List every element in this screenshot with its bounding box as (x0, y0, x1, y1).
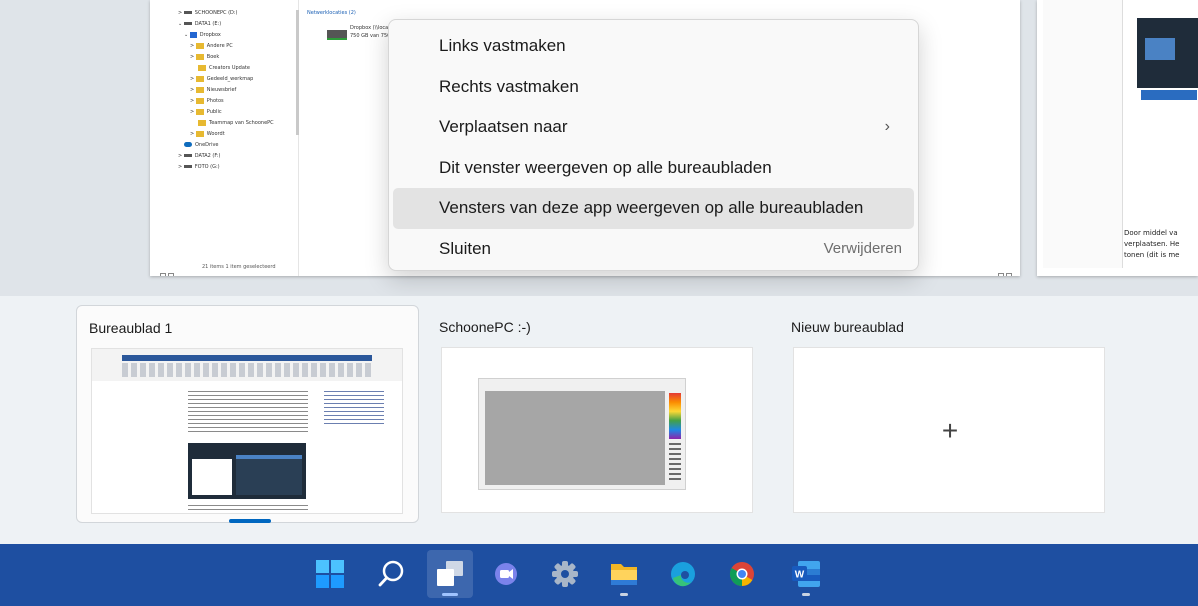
word-icon-letter: W (795, 570, 805, 581)
menu-item-label: Vensters van deze app weergeven op alle … (439, 198, 864, 217)
menu-item-show-window-all-desktops[interactable]: Dit venster weergeven op alle bureaublad… (393, 148, 914, 189)
network-drive-label[interactable]: Dropbox (\\local 750 GB van 750 (350, 24, 390, 40)
paint-window (478, 378, 686, 490)
paint-canvas (485, 391, 665, 485)
view-mode-buttons-left[interactable] (160, 266, 176, 276)
desktop-preview-paint[interactable] (441, 347, 753, 513)
menu-item-shortcut: Verwijderen (823, 239, 902, 257)
desktop-card-new[interactable]: Nieuw bureaublad + (779, 305, 1122, 523)
nav-item-foto[interactable]: > FOTO (G:) (178, 162, 328, 173)
task-view-active-indicator (442, 593, 458, 596)
window-context-menu: Links vastmaken Rechts vastmaken Verplaa… (388, 19, 919, 271)
file-explorer-button[interactable] (601, 550, 647, 598)
nav-item-dropbox[interactable]: ⌄ Dropbox (178, 30, 328, 41)
nav-item-nieuwsbrief[interactable]: > Nieuwsbrief (178, 85, 328, 96)
document-text-line: verplaatsen. He (1124, 240, 1180, 248)
desktop-label[interactable]: Bureaublad 1 (89, 320, 172, 336)
settings-gear-icon (552, 561, 578, 587)
paint-tools (669, 443, 681, 483)
search-button[interactable] (368, 550, 414, 598)
menu-item-label: Rechts vastmaken (439, 76, 579, 96)
word-button[interactable]: W (783, 550, 829, 598)
taskbar: W (0, 544, 1198, 606)
document-text-line: Door middel va (1124, 229, 1178, 237)
explorer-navigation-pane: > SCHOONEPC (D:) ⌄ DATA1 (E:) ⌄ Dropbox … (178, 8, 328, 173)
chrome-button[interactable] (719, 550, 765, 598)
menu-item-snap-left[interactable]: Links vastmaken (393, 26, 914, 67)
running-indicator (802, 593, 810, 596)
new-desktop-button[interactable]: + (793, 347, 1105, 513)
word-embedded-image (188, 443, 306, 499)
plus-icon: + (941, 415, 959, 446)
document-text: Door middel va verplaatsen. He tonen (di… (1124, 228, 1179, 261)
network-drive-title: Dropbox (\\local (350, 25, 390, 31)
nav-item-teammap[interactable]: Teammap van SchoonePC (178, 118, 328, 129)
menu-item-label: Verplaatsen naar (439, 117, 568, 136)
word-comment-pane (324, 391, 384, 427)
paint-color-palette (669, 393, 681, 439)
nav-item-gedeeld-werkmap[interactable]: > Gedeeld_werkmap (178, 74, 328, 85)
desktop-label[interactable]: SchoonePC :-) (439, 319, 531, 335)
file-explorer-icon (611, 564, 637, 585)
menu-item-label: Dit venster weergeven op alle bureaublad… (439, 157, 772, 177)
running-indicator (620, 593, 628, 596)
menu-item-label: Sluiten (439, 238, 491, 258)
nav-item-onedrive[interactable]: OneDrive (178, 140, 328, 151)
chrome-browser-icon (729, 562, 754, 586)
desktop-card-2[interactable]: SchoonePC :-) (427, 305, 770, 523)
word-text-block (188, 391, 308, 433)
menu-item-close[interactable]: Sluiten Verwijderen (393, 229, 914, 270)
edge-button[interactable] (660, 550, 706, 598)
chevron-right-icon: › (884, 118, 890, 135)
network-drive-icon (327, 30, 347, 40)
document-text-line: tonen (dit is me (1124, 251, 1180, 259)
nav-item-data2[interactable]: > DATA2 (F:) (178, 151, 328, 162)
desktop-label[interactable]: Nieuw bureaublad (791, 319, 904, 335)
document-screenshot-image (1137, 18, 1198, 218)
menu-item-snap-right[interactable]: Rechts vastmaken (393, 67, 914, 108)
nav-item-public[interactable]: > Public (178, 107, 328, 118)
document-page (1043, 0, 1123, 268)
nav-item-andere-pc[interactable]: > Andere PC (178, 41, 328, 52)
nav-item-schoonepc[interactable]: > SCHOONEPC (D:) (178, 8, 328, 19)
edge-browser-icon (671, 562, 695, 587)
windows-start-icon (316, 560, 344, 588)
active-desktop-indicator (229, 519, 271, 523)
nav-item-data1[interactable]: ⌄ DATA1 (E:) (178, 19, 328, 30)
word-text-block (188, 505, 308, 513)
nav-item-boek[interactable]: > Boek (178, 52, 328, 63)
search-icon (378, 560, 404, 587)
view-mode-buttons-right[interactable] (998, 266, 1014, 276)
start-button[interactable] (307, 550, 353, 598)
task-view-button[interactable] (427, 550, 473, 598)
nav-item-creators-update[interactable]: Creators Update (178, 63, 328, 74)
nav-item-photos[interactable]: > Photos (178, 96, 328, 107)
desktop-card-1[interactable]: Bureaublad 1 (76, 305, 419, 523)
explorer-status-bar: 21 items 1 item geselecteerd (202, 264, 276, 270)
menu-item-move-to[interactable]: Verplaatsen naar › (393, 107, 914, 148)
desktop-preview-word[interactable] (91, 348, 403, 514)
teams-chat-icon (495, 563, 517, 585)
teams-chat-button[interactable] (483, 550, 529, 598)
nav-item-woordt[interactable]: > Woordt (178, 129, 328, 140)
network-locations-header[interactable]: Netwerklocaties (2) (307, 10, 356, 16)
word-ribbon (92, 349, 402, 381)
menu-item-label: Links vastmaken (439, 36, 566, 55)
virtual-desktops-bar: Bureaublad 1 SchoonePC :-) Nieuw bureaub… (0, 296, 1198, 544)
menu-item-show-app-windows-all-desktops[interactable]: Vensters van deze app weergeven op alle … (393, 188, 914, 229)
word-icon: W (792, 561, 820, 587)
network-drive-subtitle: 750 GB van 750 (350, 33, 391, 39)
settings-button[interactable] (542, 550, 588, 598)
navigation-scrollbar[interactable] (296, 10, 299, 135)
task-view-icon (437, 561, 463, 586)
document-window-thumbnail[interactable]: Door middel va verplaatsen. He tonen (di… (1037, 0, 1198, 276)
